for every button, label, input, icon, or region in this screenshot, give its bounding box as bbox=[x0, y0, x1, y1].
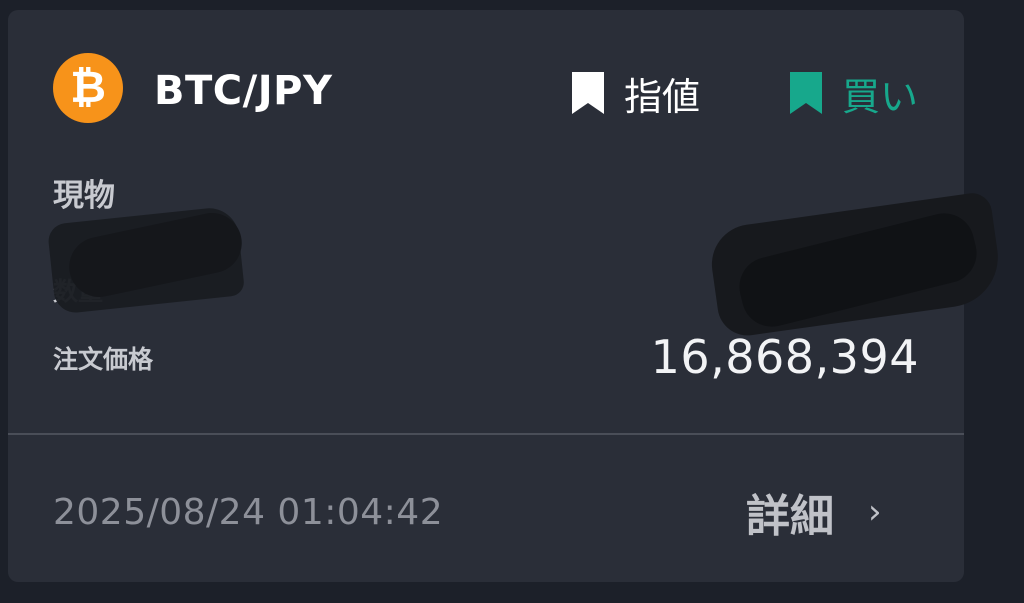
side-tag: 買い bbox=[788, 68, 919, 119]
bitcoin-icon: ₿ bbox=[53, 53, 123, 123]
chevron-right-icon: › bbox=[868, 492, 882, 532]
order-kind-label: 指値 bbox=[624, 74, 701, 119]
details-button[interactable]: 詳細 › bbox=[746, 480, 882, 544]
bookmark-icon bbox=[790, 72, 822, 114]
order-timestamp: 2025/08/24 01:04:42 bbox=[53, 492, 444, 533]
bookmark-icon bbox=[572, 72, 604, 114]
side-label: 買い bbox=[842, 74, 919, 119]
order-type: 現物 bbox=[53, 178, 115, 214]
details-label: 詳細 bbox=[746, 491, 834, 542]
order-kind-tag: 指値 bbox=[570, 68, 701, 119]
trading-pair: BTC/JPY bbox=[154, 68, 333, 114]
order-card: ₿ BTC/JPY 指値 買い 現物 数量 注文価格 16,868,394 20… bbox=[8, 10, 1005, 582]
price-label: 注文価格 bbox=[53, 345, 154, 374]
price-value: 16,868,394 bbox=[650, 330, 919, 384]
divider bbox=[8, 433, 964, 435]
